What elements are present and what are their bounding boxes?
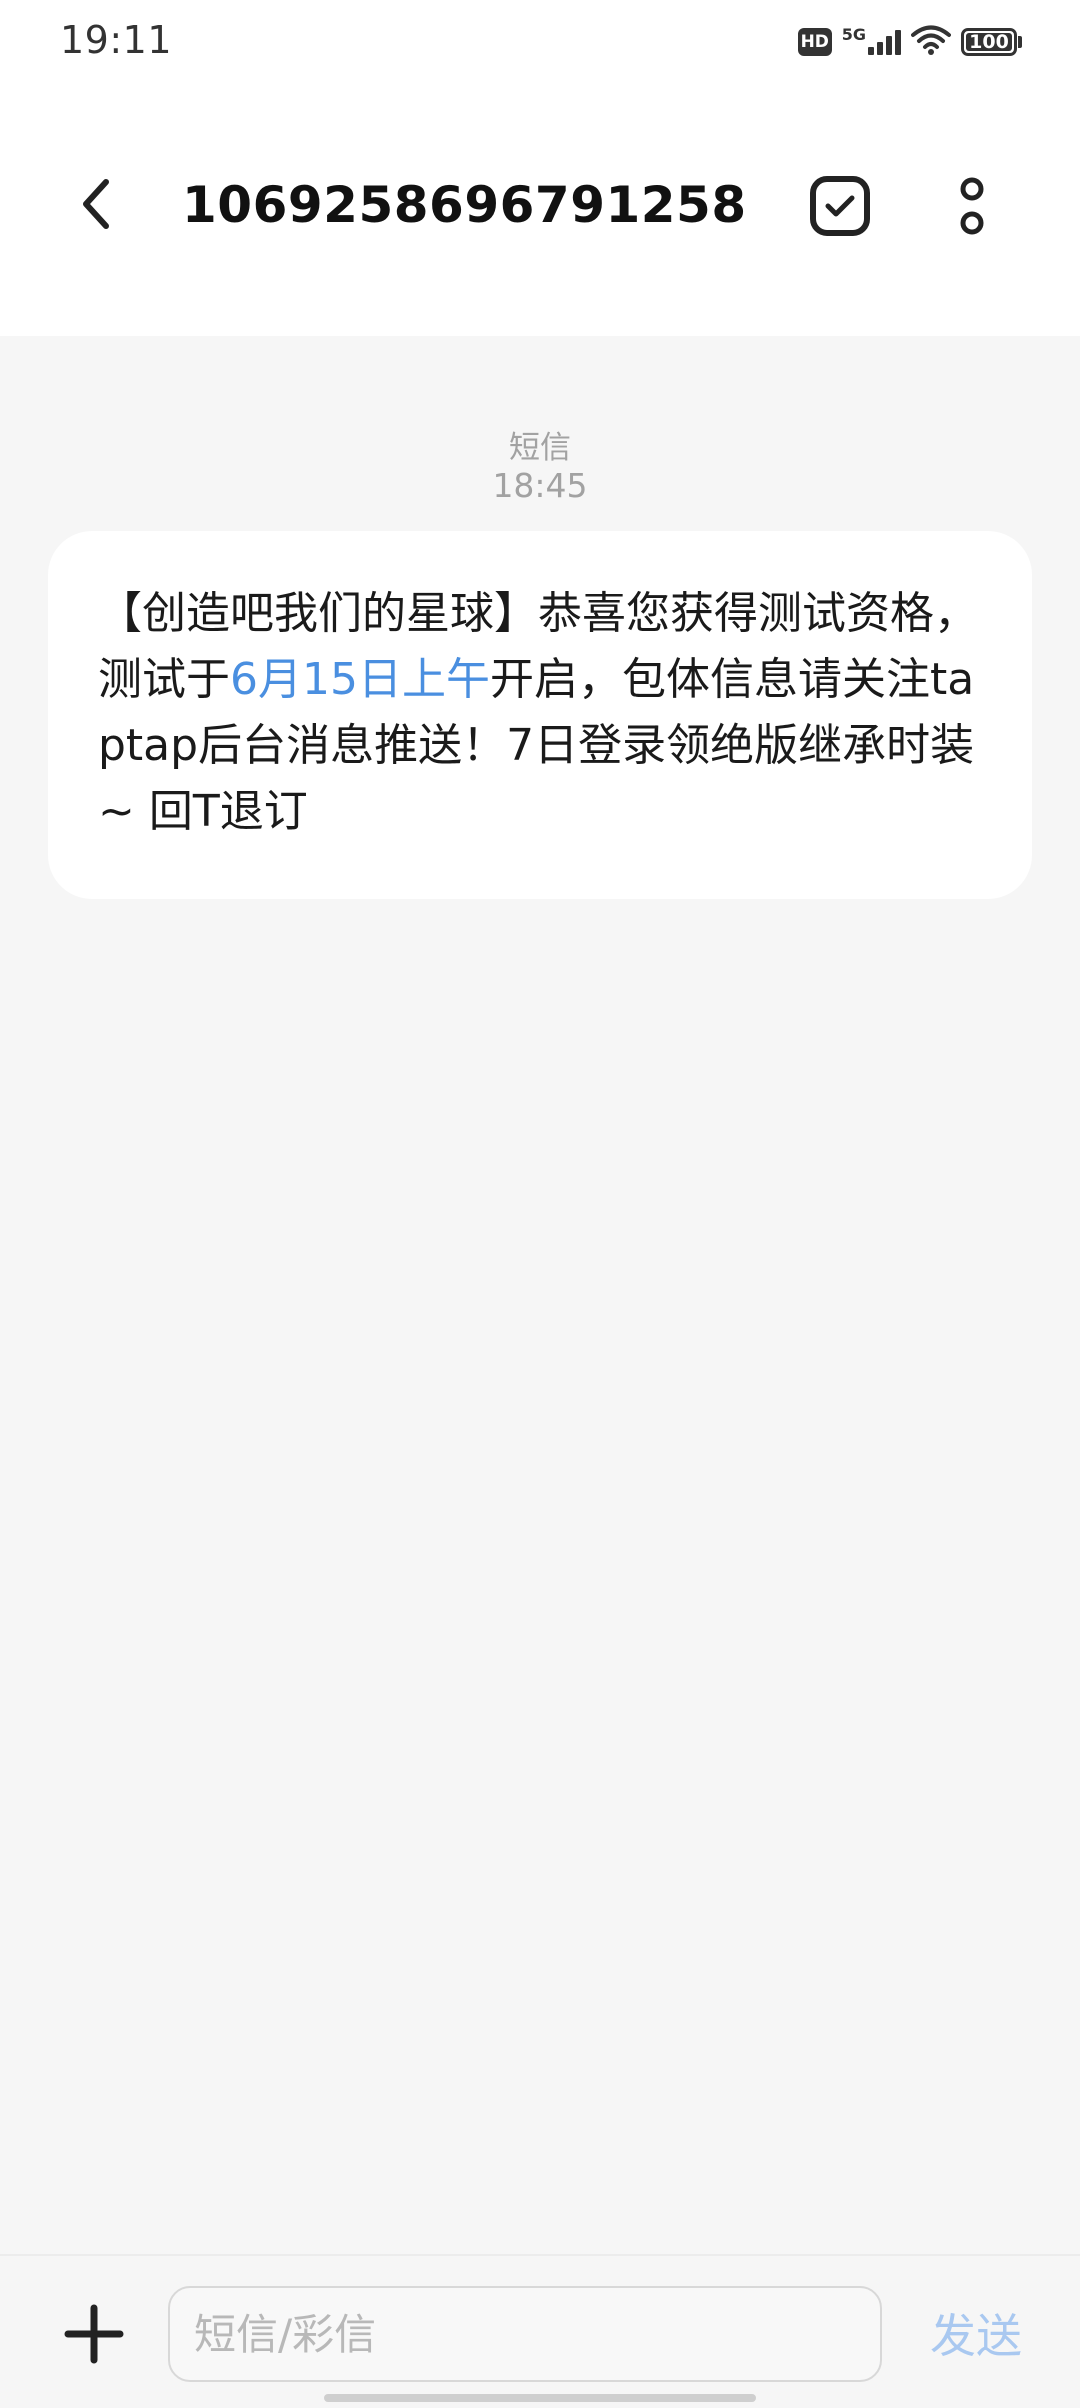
battery-nub xyxy=(1018,36,1022,48)
status-icons: HD 5G 100 xyxy=(797,22,1022,62)
message-text: 【创造吧我们的星球】恭喜您获得测试资格，测试于6月15日上午开启，包体信息请关注… xyxy=(98,581,984,845)
status-time: 19:11 xyxy=(60,18,173,62)
hd-icon: HD xyxy=(797,28,832,56)
home-indicator[interactable] xyxy=(324,2394,756,2402)
select-messages-button[interactable] xyxy=(806,172,874,240)
incoming-message-bubble[interactable]: 【创造吧我们的星球】恭喜您获得测试资格，测试于6月15日上午开启，包体信息请关注… xyxy=(48,531,1032,899)
plus-icon xyxy=(64,2304,124,2364)
back-button[interactable] xyxy=(60,168,132,240)
attach-button[interactable] xyxy=(58,2298,130,2370)
status-bar: 19:11 HD 5G 100 xyxy=(0,0,1080,84)
sms-conversation-screen: 19:11 HD 5G 100 1069258696791258 短信 18:4… xyxy=(0,0,1080,2408)
conversation-header: 1069258696791258 xyxy=(0,84,1080,336)
send-button[interactable]: 发送 xyxy=(930,2300,1022,2366)
network-type-label: 5G xyxy=(841,24,866,44)
contact-title: 1069258696791258 xyxy=(182,176,747,234)
more-options-button[interactable] xyxy=(942,170,1002,242)
battery-level-text: 100 xyxy=(969,31,1009,53)
chevron-left-icon xyxy=(83,179,109,229)
message-input[interactable] xyxy=(168,2286,882,2382)
more-vertical-icon xyxy=(960,177,984,235)
wifi-icon xyxy=(911,24,951,60)
signal-icon xyxy=(868,29,901,55)
message-composer: 发送 xyxy=(0,2254,1080,2408)
message-list[interactable]: 短信 18:45 【创造吧我们的星球】恭喜您获得测试资格，测试于6月15日上午开… xyxy=(0,336,1080,2254)
checkbox-icon xyxy=(810,176,870,236)
date-link[interactable]: 6月15日上午 xyxy=(230,654,490,705)
battery-icon: 100 xyxy=(961,28,1017,56)
message-type-label: 短信 xyxy=(509,430,571,466)
message-timestamp: 18:45 xyxy=(492,466,588,505)
